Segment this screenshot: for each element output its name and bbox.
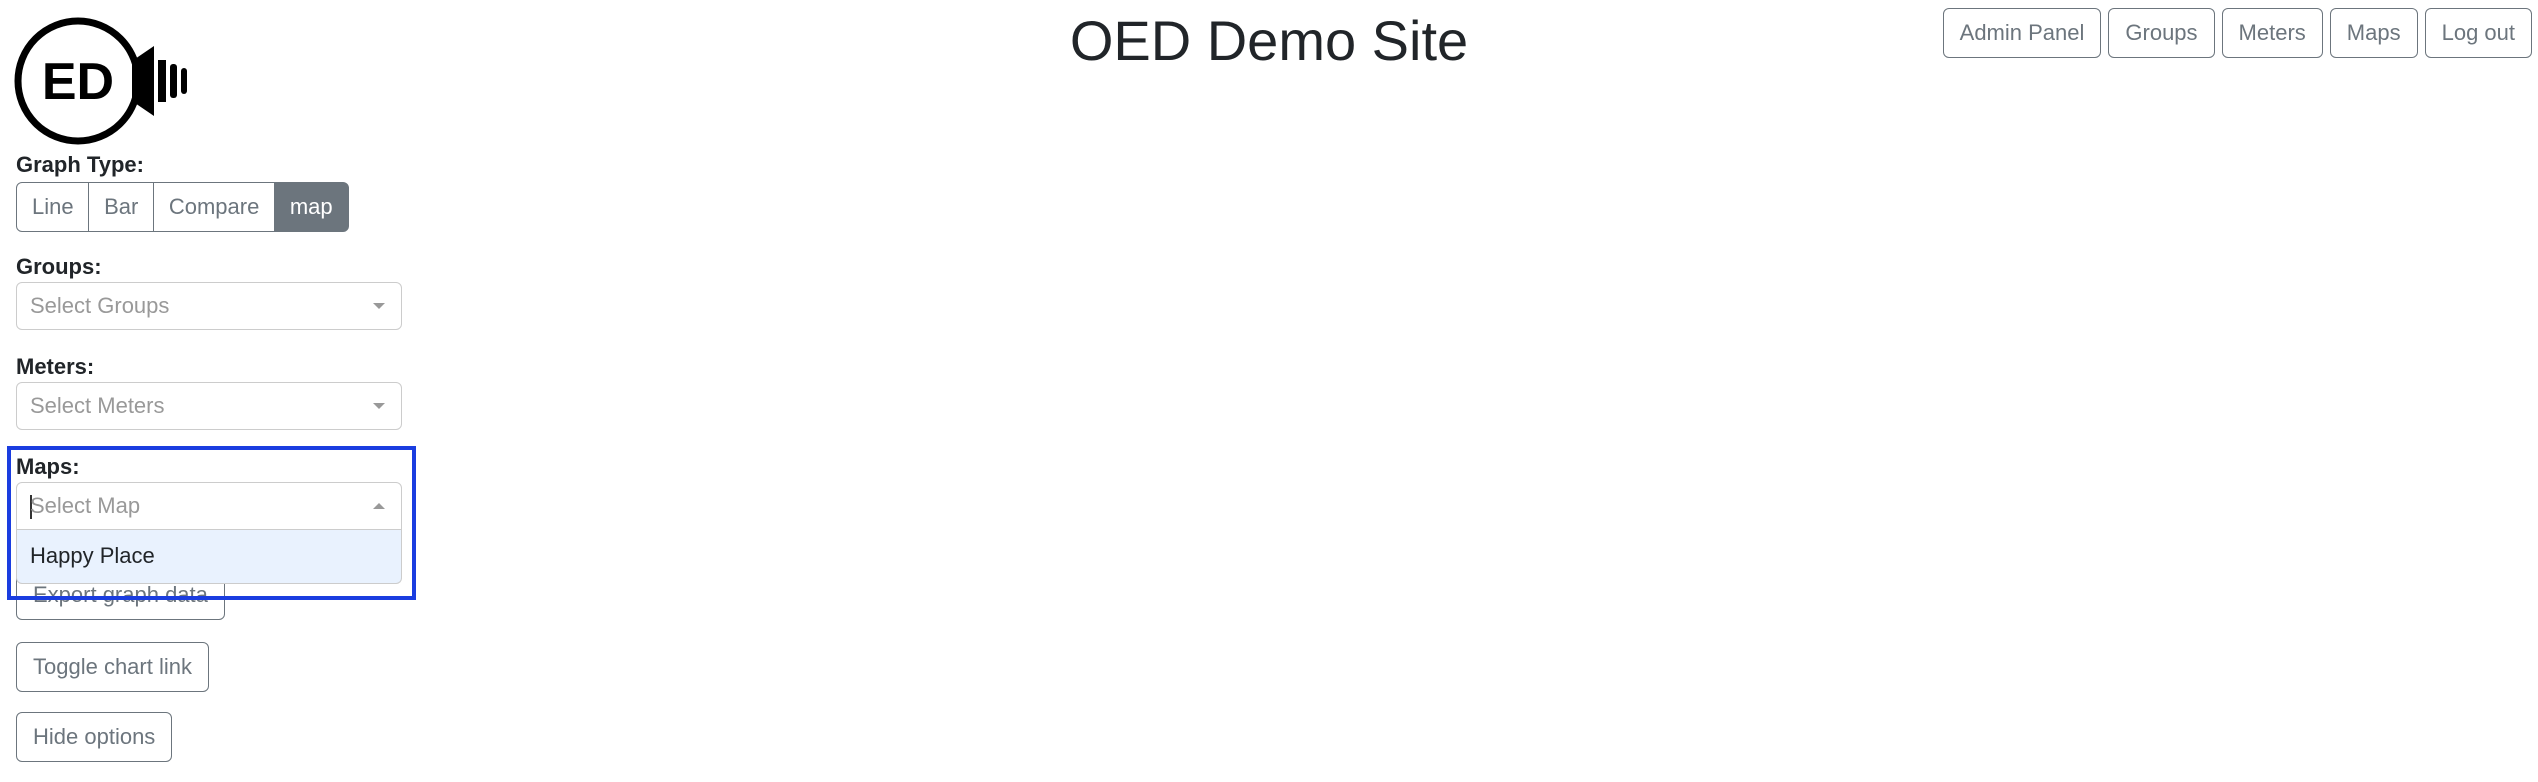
meters-button[interactable]: Meters	[2221, 8, 2323, 58]
chevron-down-icon[interactable]	[373, 403, 385, 409]
maps-label: Maps:	[16, 454, 80, 479]
admin-panel-button[interactable]: Admin Panel	[1942, 8, 2102, 58]
meters-select[interactable]: Select Meters	[16, 382, 402, 430]
graph-type-selector: Line Bar Compare map	[16, 182, 349, 232]
maps-placeholder: Select Map	[30, 493, 141, 518]
chevron-up-icon[interactable]	[373, 503, 385, 509]
graph-type-map-button[interactable]: map	[273, 182, 349, 232]
top-nav: Admin Panel Groups Meters Maps Log out	[1942, 8, 2532, 58]
maps-dropdown-menu: Happy Place	[16, 530, 402, 584]
groups-placeholder: Select Groups	[30, 293, 170, 318]
maps-button[interactable]: Maps	[2329, 8, 2418, 58]
chevron-down-icon[interactable]	[373, 303, 385, 309]
toggle-chart-link-button[interactable]: Toggle chart link	[16, 642, 209, 692]
graph-type-line-button[interactable]: Line	[16, 182, 90, 232]
maps-select[interactable]: Select Map	[16, 482, 402, 530]
groups-select[interactable]: Select Groups	[16, 282, 402, 330]
meters-placeholder: Select Meters	[30, 393, 165, 418]
groups-label: Groups:	[16, 254, 102, 279]
map-option-happy-place[interactable]: Happy Place	[30, 530, 155, 582]
hide-options-button[interactable]: Hide options	[16, 712, 173, 762]
graph-type-bar-button[interactable]: Bar	[88, 182, 155, 232]
graph-type-compare-button[interactable]: Compare	[152, 182, 276, 232]
log-out-button[interactable]: Log out	[2424, 8, 2532, 58]
meters-label: Meters:	[16, 354, 95, 379]
groups-button[interactable]: Groups	[2108, 8, 2215, 58]
graph-type-label: Graph Type:	[16, 152, 144, 177]
